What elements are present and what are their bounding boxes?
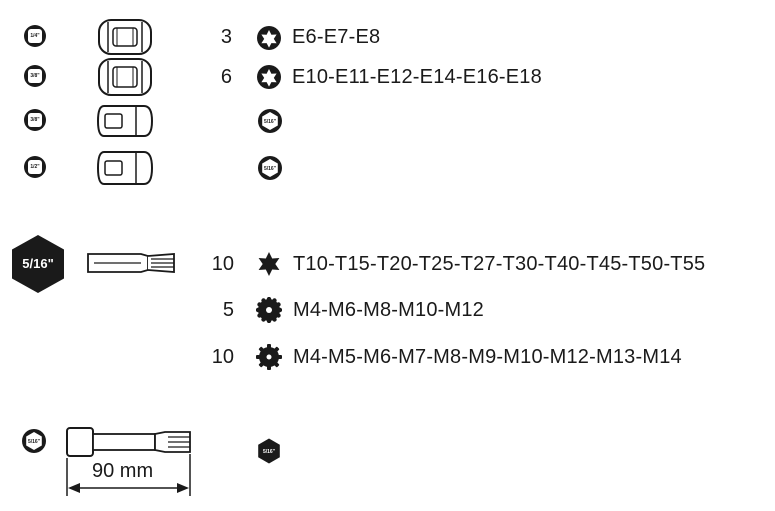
hex-drive-icon: 5/16" (258, 109, 282, 133)
socket-sizes: E10-E11-E12-E14-E16-E18 (292, 66, 542, 88)
bit-quantity: 5 (222, 299, 234, 321)
torx-external-icon (257, 26, 281, 50)
square-drive-icon: 3/8" (24, 65, 46, 87)
socket-quantity: 3 (220, 26, 232, 48)
socket-sizes: E6-E7-E8 (292, 26, 381, 48)
bit-sizes: T10-T15-T20-T25-T27-T30-T40-T45-T50-T55 (293, 253, 706, 275)
xzn-multipoint-icon (256, 297, 282, 323)
hex-drive-icon: 5/16" (258, 156, 282, 180)
bit-quantity: 10 (211, 346, 234, 368)
hex-size-label: 5/16" (264, 119, 277, 125)
drive-size-label: 3/8" (28, 69, 42, 83)
bit-sizes: M4-M5-M6-M7-M8-M9-M10-M12-M13-M14 (293, 346, 682, 368)
hex-bit-drive-icon: 5/16" (12, 235, 64, 293)
square-drive-icon: 3/8" (24, 109, 46, 131)
hex-drive-icon: 5/16" (22, 429, 46, 453)
hex-output-icon: 5/16" (258, 438, 280, 464)
hex-size-label: 5/16" (264, 166, 277, 172)
drive-size-label: 3/8" (28, 113, 42, 127)
bit-drive-label: 5/16" (22, 256, 53, 271)
socket-12pt-icon (98, 19, 152, 55)
bit-holder-socket-icon (96, 105, 154, 137)
socket-12pt-icon (98, 58, 152, 96)
bit-sizes: M4-M6-M8-M10-M12 (293, 299, 485, 321)
extension-drive-label: 5/16" (28, 439, 41, 445)
drive-size-label: 1/4" (28, 29, 42, 43)
bit-icon (87, 253, 175, 273)
extension-output-label: 5/16" (263, 449, 276, 455)
square-drive-icon: 1/2" (24, 156, 46, 178)
dimension-arrow-left (68, 483, 80, 493)
drive-size-label: 1/2" (28, 160, 42, 174)
extension-length-label: 90 mm (92, 460, 154, 482)
square-drive-icon: 1/4" (24, 25, 46, 47)
bit-holder-socket-icon (96, 151, 154, 185)
dimension-arrow-right (177, 483, 189, 493)
spline-icon (256, 344, 282, 370)
torx-icon (258, 252, 280, 276)
torx-external-icon (257, 65, 281, 89)
bit-quantity: 10 (211, 253, 234, 275)
socket-quantity: 6 (220, 66, 232, 88)
